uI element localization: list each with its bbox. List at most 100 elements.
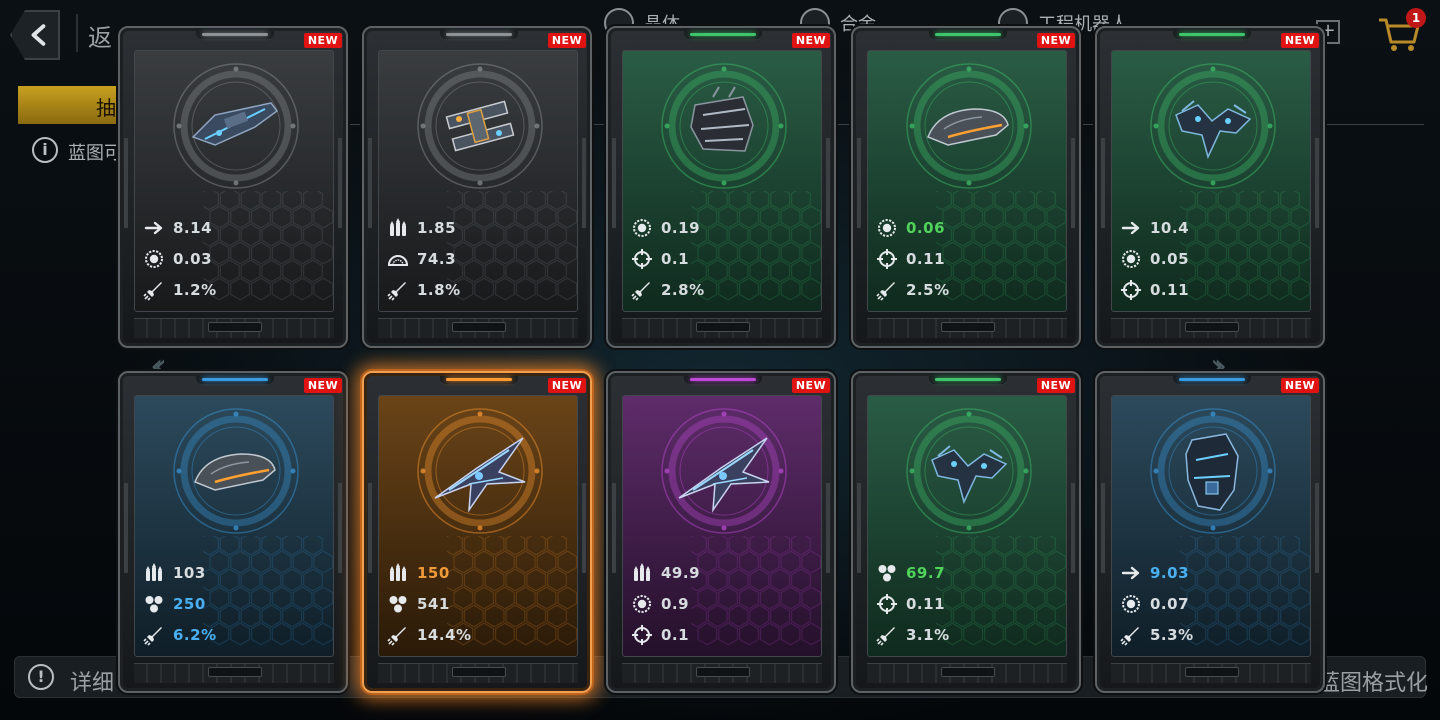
card-side-rail (1101, 483, 1105, 573)
stat-row: 0.9 (631, 592, 689, 616)
card-side-rail (368, 138, 372, 228)
new-badge: NEW (548, 33, 586, 48)
stat-value: 0.9 (661, 595, 690, 613)
blueprint-card[interactable]: NEW 49.9 0.9 0.1 (606, 371, 836, 693)
blueprint-card[interactable]: NEW 9.03 0.07 5.3% (1095, 371, 1325, 693)
crit-missile-icon (387, 627, 406, 646)
cart-badge: 1 (1406, 8, 1426, 28)
stealth-fighter-icon (434, 437, 526, 513)
rarity-strip (202, 33, 268, 36)
hex-pattern (936, 191, 1066, 301)
stat-value: 103 (173, 564, 206, 582)
card-side-rail (1315, 483, 1319, 573)
card-side-rail (582, 138, 586, 228)
ammo-bullets-icon (634, 563, 650, 581)
turn-gear-icon (145, 250, 163, 268)
new-badge: NEW (304, 33, 342, 48)
stat-value: 0.07 (1150, 595, 1190, 613)
new-badge: NEW (792, 378, 830, 393)
stealth-icon (397, 655, 399, 656)
card-panel: 49.9 0.9 0.1 (622, 395, 822, 657)
stat-row: 9.03 (1120, 561, 1189, 585)
card-panel: 8.14 0.03 1.2% (134, 50, 334, 312)
stat-value: 69.7 (906, 564, 946, 582)
ammo-bullets-icon (146, 563, 162, 581)
hex-pattern (691, 536, 821, 646)
rarity-strip (935, 378, 1001, 381)
stat-value: 0.11 (1150, 281, 1190, 299)
card-panel: 0.06 0.11 2.5% (867, 50, 1067, 312)
mech-ship-icon (1185, 433, 1239, 511)
hex-pattern (936, 536, 1066, 646)
cluster-orbs-icon (389, 596, 407, 613)
destroyer-ship-icon (191, 102, 279, 146)
stat-value: 2.5% (906, 281, 950, 299)
blueprint-card[interactable]: NEW 0.19 0.1 2.8% (606, 26, 836, 348)
stat-value: 6.2% (173, 626, 217, 644)
blueprint-card[interactable]: NEW 1.85 74.3 1.8% (362, 26, 592, 348)
stat-row: 5.3% (1120, 623, 1194, 647)
card-side-rail (857, 483, 861, 573)
header-divider (76, 14, 78, 52)
stat-row: 2.8% (631, 278, 705, 302)
card-side-rail (1101, 138, 1105, 228)
crosshair-icon (632, 625, 652, 645)
card-side-rail (826, 138, 830, 228)
crit-missile-icon (876, 627, 895, 646)
new-badge: NEW (1037, 33, 1075, 48)
tab-draw[interactable]: 抽 (18, 86, 128, 124)
turn-gear-icon (633, 595, 651, 613)
crit-missile-icon (1120, 627, 1139, 646)
card-panel: 150 541 14.4% 隐形 (378, 395, 578, 657)
stat-row: 8.14 (143, 216, 212, 240)
turn-gear-icon (878, 219, 896, 237)
stat-value: 14.4% (417, 626, 472, 644)
details-label[interactable]: 详细 (70, 665, 114, 697)
stat-value: 1.85 (417, 219, 457, 237)
raider-ship-icon (1175, 100, 1252, 160)
card-base-slot (1185, 667, 1239, 677)
info-icon[interactable]: i (32, 137, 58, 163)
new-badge: NEW (792, 33, 830, 48)
stat-row: 74.3 (387, 247, 456, 271)
stat-value: 9.03 (1150, 564, 1190, 582)
card-side-rail (124, 138, 128, 228)
blueprint-card[interactable]: NEW 8.14 0.03 1.2% (118, 26, 348, 348)
stat-value: 541 (417, 595, 450, 613)
hex-pattern (691, 191, 821, 301)
stat-row: 0.06 (876, 216, 945, 240)
crit-missile-icon (143, 627, 162, 646)
hex-pattern (203, 536, 333, 646)
blueprint-card[interactable]: NEW 69.7 0.11 3.1% (851, 371, 1081, 693)
crit-missile-icon (631, 282, 650, 301)
hex-pattern (1180, 536, 1310, 646)
stat-value: 隐形 (417, 656, 448, 657)
hex-pattern (203, 191, 333, 301)
rarity-strip (1179, 33, 1245, 36)
chevron-left-icon (31, 24, 46, 46)
format-blueprint-button[interactable]: 蓝图格式化 (1318, 665, 1428, 697)
speed-arrow-icon (144, 221, 163, 235)
stat-row: 49.9 (631, 561, 700, 585)
stat-value: 0.1 (661, 626, 690, 644)
stat-value: 49.9 (661, 564, 701, 582)
blueprint-card[interactable]: NEW 150 541 14.4% 隐形 (362, 371, 592, 693)
new-badge: NEW (1281, 33, 1319, 48)
back-label: 返 (88, 24, 112, 52)
back-button[interactable] (10, 10, 60, 60)
card-side-rail (338, 483, 342, 573)
hover-ship-icon (194, 453, 276, 491)
blueprint-card[interactable]: NEW 10.4 0.05 0.11 (1095, 26, 1325, 348)
blueprint-card[interactable]: NEW 0.06 0.11 2.5% (851, 26, 1081, 348)
card-base-slot (1185, 322, 1239, 332)
card-side-rail (1071, 483, 1075, 573)
blueprint-card[interactable]: NEW 103 250 6.2% (118, 371, 348, 693)
stat-value: 1.8% (417, 281, 461, 299)
info-icon[interactable]: ! (28, 664, 54, 690)
crosshair-icon (632, 249, 652, 269)
stat-row: 0.03 (143, 247, 212, 271)
stat-row: 0.1 (631, 247, 689, 271)
cluster-orbs-icon (878, 565, 896, 582)
card-side-rail (857, 138, 861, 228)
card-side-rail (826, 483, 830, 573)
